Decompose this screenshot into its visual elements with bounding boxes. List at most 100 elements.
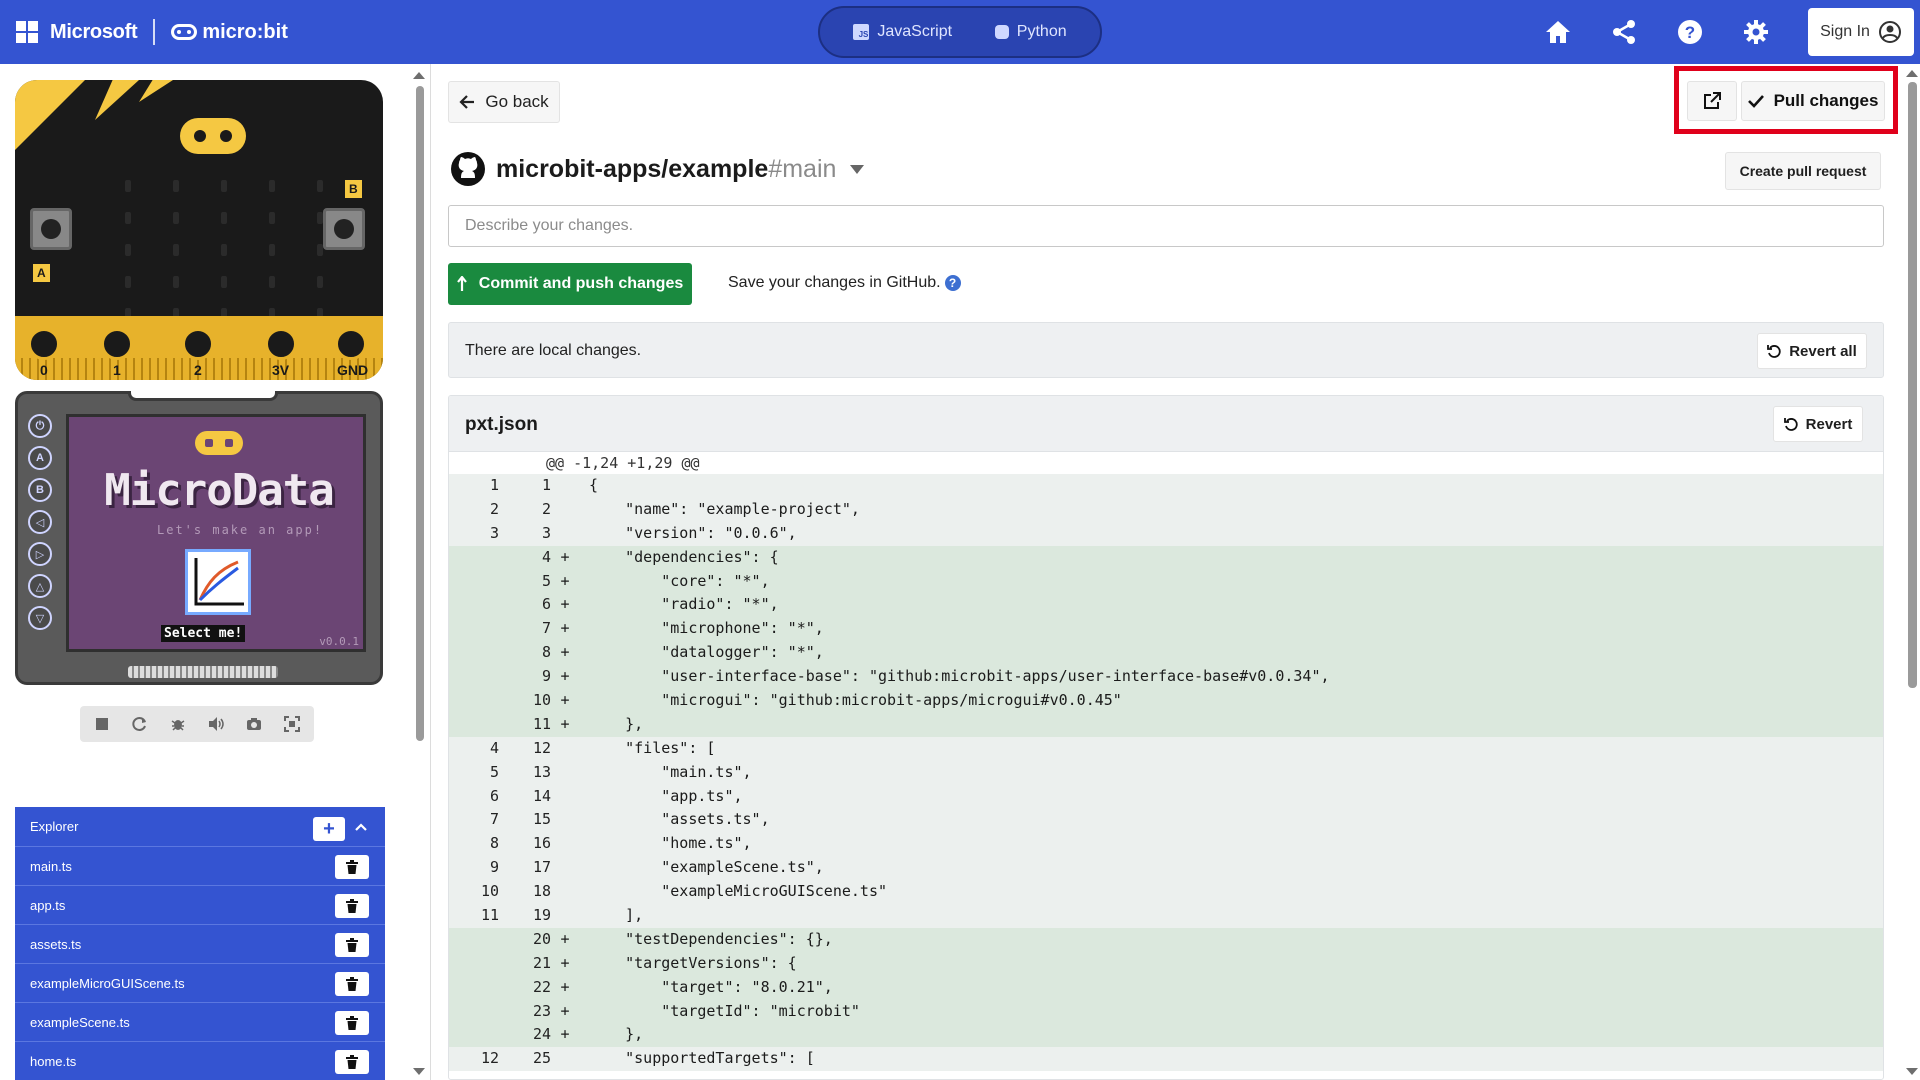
debug-bug-icon[interactable]	[160, 710, 196, 738]
left-scrollbar-thumb[interactable]	[416, 86, 424, 741]
microbit-board[interactable]: A B 0 1 2 3V GND	[15, 80, 383, 380]
commit-and-push-button[interactable]: Commit and push changes	[448, 263, 692, 305]
revert-all-button[interactable]: Revert all	[1757, 333, 1867, 369]
file-name: home.ts	[30, 1053, 77, 1069]
help-question-icon[interactable]: ?	[944, 275, 961, 291]
led	[125, 212, 131, 224]
diff-line-content: "datalogger": "*",	[589, 643, 824, 662]
button-b[interactable]	[323, 208, 365, 250]
diff-line-added: 11 + },	[449, 712, 1883, 737]
diff-line-unchanged: 8 16 "home.ts",	[449, 832, 1883, 857]
add-file-button[interactable]: +	[313, 817, 345, 841]
repo-branch-selector[interactable]: microbit-apps/example #main	[450, 151, 865, 187]
settings-gear-icon[interactable]	[1733, 9, 1779, 55]
left-arrow-icon[interactable]: ◁	[28, 510, 52, 534]
button-a-label: A	[33, 264, 50, 282]
file-explorer: Explorer + main.ts app.ts assets.ts exam…	[15, 807, 385, 1080]
explorer-file-item[interactable]: home.ts	[15, 1042, 385, 1080]
chart-app-icon[interactable]	[185, 549, 251, 615]
restart-icon[interactable]	[122, 710, 158, 738]
diff-marker	[551, 498, 579, 522]
create-pull-request-button[interactable]: Create pull request	[1725, 152, 1881, 190]
diff-marker: +	[560, 1001, 570, 1020]
revert-label: Revert	[1805, 415, 1853, 433]
explorer-file-item[interactable]: app.ts	[15, 886, 385, 925]
explorer-file-item[interactable]: assets.ts	[15, 925, 385, 964]
scroll-up-arrow-icon[interactable]	[1906, 70, 1918, 77]
javascript-tab[interactable]: JS JavaScript	[853, 23, 952, 41]
help-icon[interactable]: ?	[1667, 9, 1713, 55]
diff-hunk-header: @@ -1,24 +1,29 @@	[449, 452, 1883, 474]
pin-1[interactable]	[101, 328, 133, 360]
explorer-file-item[interactable]: main.ts	[15, 847, 385, 886]
pin-2[interactable]	[182, 328, 214, 360]
fullscreen-icon[interactable]	[274, 710, 310, 738]
trash-icon[interactable]	[335, 1011, 369, 1035]
old-line-number	[449, 1000, 499, 1024]
trash-icon[interactable]	[335, 1050, 369, 1074]
scroll-down-arrow-icon[interactable]	[1906, 1068, 1918, 1075]
pin-0[interactable]	[28, 328, 60, 360]
trash-icon[interactable]	[335, 933, 369, 957]
left-scrollbar[interactable]	[413, 70, 425, 1080]
diff-marker	[551, 737, 579, 761]
save-note: Save your changes in GitHub. ?	[728, 274, 961, 292]
highlighted-action-group: Pull changes	[1674, 66, 1898, 134]
microbit-logo-icon[interactable]	[180, 118, 246, 154]
explorer-file-item[interactable]: exampleMicroGUIScene.ts	[15, 964, 385, 1003]
scroll-up-arrow-icon[interactable]	[413, 72, 425, 79]
main-scrollbar-thumb[interactable]	[1908, 82, 1917, 688]
diff-line-added: 5 + "core": "*",	[449, 569, 1883, 594]
chevron-up-icon[interactable]	[351, 815, 371, 839]
go-back-button[interactable]: Go back	[448, 81, 560, 123]
open-external-link-icon[interactable]	[1687, 81, 1737, 121]
explorer-header[interactable]: Explorer +	[15, 807, 385, 847]
trash-icon[interactable]	[335, 972, 369, 996]
down-arrow-icon[interactable]: ▽	[28, 606, 52, 630]
diff-line-content: "assets.ts",	[589, 810, 770, 829]
led	[173, 212, 179, 224]
pane-divider[interactable]	[430, 64, 431, 1080]
trash-icon[interactable]	[335, 855, 369, 879]
pull-changes-button[interactable]: Pull changes	[1741, 81, 1885, 121]
new-line-number: 12	[532, 738, 551, 757]
diff-line-content: "version": "0.0.6",	[589, 523, 797, 542]
led	[221, 244, 227, 256]
python-label: Python	[1016, 23, 1067, 40]
diff-marker: +	[560, 571, 570, 590]
sign-in-button[interactable]: Sign In	[1808, 8, 1914, 56]
new-line-number: 9	[541, 667, 551, 686]
commit-description-input[interactable]	[448, 205, 1884, 247]
stop-icon[interactable]	[84, 710, 120, 738]
diff-line-added: 7 + "microphone": "*",	[449, 617, 1883, 642]
diff-line-unchanged: 6 14 "app.ts",	[449, 784, 1883, 809]
file-name: app.ts	[30, 897, 66, 913]
right-arrow-icon[interactable]: ▷	[28, 542, 52, 566]
new-line-number: 15	[532, 810, 551, 829]
main-scrollbar[interactable]	[1904, 64, 1920, 1080]
share-icon[interactable]	[1601, 9, 1647, 55]
trash-icon[interactable]	[335, 894, 369, 918]
scroll-down-arrow-icon[interactable]	[413, 1068, 425, 1075]
button-a[interactable]	[30, 208, 72, 250]
power-icon[interactable]: ⏻	[28, 414, 52, 438]
old-line-number: 1	[489, 476, 499, 494]
explorer-file-item[interactable]: exampleScene.ts	[15, 1003, 385, 1042]
github-logo-icon	[451, 152, 485, 186]
pin-gnd[interactable]	[335, 328, 367, 360]
pin-label: 1	[113, 362, 121, 378]
pin-3v[interactable]	[265, 328, 297, 360]
revert-file-button[interactable]: Revert	[1773, 406, 1863, 442]
new-line-number: 3	[541, 523, 551, 542]
screenshot-camera-icon[interactable]	[236, 710, 272, 738]
shield-button-a[interactable]: A	[28, 446, 52, 470]
up-arrow-icon[interactable]: △	[28, 574, 52, 598]
sound-icon[interactable]	[198, 710, 234, 738]
python-tab[interactable]: Python	[994, 23, 1067, 41]
shield-button-b[interactable]: B	[28, 478, 52, 502]
game-screen[interactable]: MicroData Let's make an app! Select me! …	[66, 414, 366, 652]
new-line-number: 19	[532, 906, 551, 925]
brand[interactable]: Microsoft micro:bit	[16, 0, 288, 64]
checkmark-icon	[1747, 95, 1764, 108]
home-icon[interactable]	[1535, 9, 1581, 55]
